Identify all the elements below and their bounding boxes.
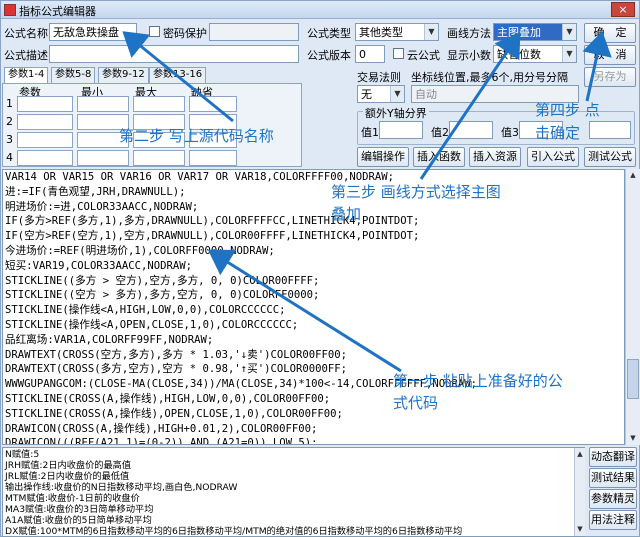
step2-annotation: 第二步 写上源代码名称	[119, 127, 274, 145]
step1-arrow	[207, 249, 402, 373]
step1-annotation: 第一步 粘贴上准备好的公	[393, 372, 563, 390]
annotation-arrows	[122, 31, 612, 373]
step4-arrow	[582, 31, 612, 102]
step3-annotation-cont: 叠加	[331, 205, 362, 223]
step1-annotation-cont: 式代码	[393, 394, 439, 412]
step3-arrow	[419, 32, 521, 180]
step2-arrow	[122, 31, 234, 123]
step3-annotation: 第三步 画线方式选择主图	[331, 183, 501, 201]
step4-annotation: 第四步 点	[535, 101, 600, 119]
step4-annotation-cont: 击确定	[535, 124, 581, 142]
formula-editor-window: 指标公式编辑器 × 公式名称 无敌急跌操盘 密码保护 公式类型 其他类型 ▼ 画线…	[0, 0, 640, 537]
